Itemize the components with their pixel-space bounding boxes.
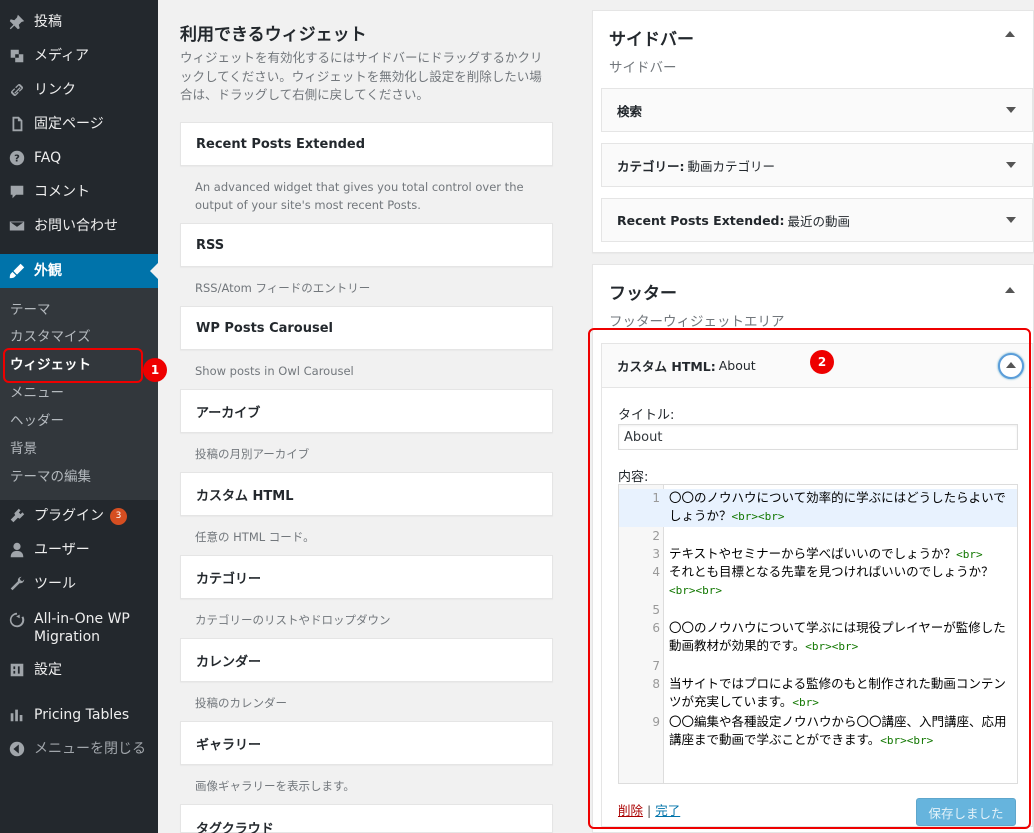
available-widgets-description: ウィジェットを有効化するにはサイドバーにドラッグするかクリックしてください。ウィ… bbox=[180, 50, 543, 102]
footer-area-subtitle: フッターウィジェットエリア bbox=[609, 314, 785, 330]
widget-description: 投稿の月別アーカイブ bbox=[195, 447, 310, 461]
collapse-icon bbox=[0, 740, 34, 758]
menu-item-pricing-tables[interactable]: Pricing Tables bbox=[0, 698, 158, 732]
widget-recent-posts-extended[interactable]: Recent Posts Extended bbox=[180, 122, 553, 166]
area-toggle-icon[interactable] bbox=[1005, 31, 1015, 37]
menu-item-migration[interactable]: All-in-One WP Migration bbox=[0, 610, 158, 650]
menu-item-media[interactable]: メディア bbox=[0, 39, 158, 73]
sidebar-widget-search[interactable]: 検索 bbox=[601, 88, 1033, 132]
footer-area-title: フッター bbox=[609, 284, 677, 304]
widget-description: 任意の HTML コード。 bbox=[195, 530, 315, 544]
svg-text:?: ? bbox=[14, 154, 20, 165]
media-icon bbox=[0, 47, 34, 65]
widget-description: Show posts in Owl Carousel bbox=[195, 364, 354, 378]
pin-icon bbox=[0, 13, 34, 31]
widget-description: An advanced widget that gives you total … bbox=[195, 180, 524, 212]
widget-wp-posts-carousel[interactable]: WP Posts Carousel bbox=[180, 306, 553, 350]
menu-item-settings[interactable]: 設定 bbox=[0, 653, 158, 687]
menu-item-plugins[interactable]: プラグイン 3 bbox=[0, 499, 158, 533]
plugin-icon bbox=[0, 507, 34, 525]
submenu-background[interactable]: 背景 bbox=[10, 440, 37, 458]
chevron-down-icon[interactable] bbox=[1006, 107, 1016, 113]
widget-description: カテゴリーのリストやドロップダウン bbox=[195, 613, 391, 627]
submenu-themes[interactable]: テーマ bbox=[10, 301, 51, 319]
chevron-down-icon[interactable] bbox=[1006, 217, 1016, 223]
annotation-number-1: 1 bbox=[143, 358, 167, 382]
tool-icon bbox=[0, 575, 34, 593]
settings-icon bbox=[0, 661, 34, 679]
widget-categories[interactable]: カテゴリー bbox=[180, 555, 553, 599]
available-widgets-heading: 利用できるウィジェット bbox=[180, 25, 367, 45]
widget-gallery[interactable]: ギャラリー bbox=[180, 721, 553, 765]
menu-item-pages[interactable]: 固定ページ bbox=[0, 107, 158, 141]
user-icon bbox=[0, 541, 34, 559]
widget-custom-html[interactable]: カスタム HTML bbox=[180, 472, 553, 516]
menu-item-appearance[interactable]: 外観 bbox=[0, 254, 158, 288]
menu-item-posts[interactable]: 投稿 bbox=[0, 5, 158, 39]
menu-item-users[interactable]: ユーザー bbox=[0, 533, 158, 567]
submenu-customize[interactable]: カスタマイズ bbox=[10, 328, 91, 346]
widget-title: Recent Posts Extended: bbox=[617, 212, 785, 228]
sidebar-area-title: サイドバー bbox=[609, 30, 694, 50]
brush-icon bbox=[0, 262, 34, 280]
menu-item-faq[interactable]: ? FAQ bbox=[0, 141, 158, 175]
widget-instance-title: 動画カテゴリー bbox=[687, 158, 776, 174]
admin-menu: 投稿 メディア リンク 固定ページ ? FAQ コメント お問い合わせ 外観 テ… bbox=[0, 0, 158, 833]
widget-title: カテゴリー: bbox=[617, 158, 685, 174]
menu-item-links[interactable]: リンク bbox=[0, 73, 158, 107]
table-icon bbox=[0, 706, 34, 724]
widget-description: RSS/Atom フィードのエントリー bbox=[195, 281, 371, 295]
widget-description: 画像ギャラリーを表示します。 bbox=[195, 779, 355, 793]
menu-item-tools[interactable]: ツール bbox=[0, 567, 158, 601]
sidebar-widget-categories[interactable]: カテゴリー: 動画カテゴリー bbox=[601, 143, 1033, 187]
menu-item-comments[interactable]: コメント bbox=[0, 175, 158, 209]
sidebar-widget-recent-posts[interactable]: Recent Posts Extended: 最近の動画 bbox=[601, 198, 1033, 242]
area-toggle-icon[interactable] bbox=[1005, 287, 1015, 293]
submenu-header[interactable]: ヘッダー bbox=[10, 412, 64, 430]
submenu-theme-editor[interactable]: テーマの編集 bbox=[10, 468, 91, 486]
help-icon: ? bbox=[0, 149, 34, 167]
sidebar-area-subtitle: サイドバー bbox=[609, 60, 677, 76]
widget-rss[interactable]: RSS bbox=[180, 223, 553, 267]
migration-icon bbox=[0, 611, 34, 629]
menu-item-contact[interactable]: お問い合わせ bbox=[0, 209, 158, 243]
chevron-down-icon[interactable] bbox=[1006, 162, 1016, 168]
collapse-menu-button[interactable]: メニューを閉じる bbox=[0, 732, 158, 766]
widget-calendar[interactable]: カレンダー bbox=[180, 638, 553, 682]
comment-icon bbox=[0, 183, 34, 201]
annotation-number-2: 2 bbox=[810, 350, 834, 374]
widget-tag-cloud[interactable]: タグクラウド bbox=[180, 804, 553, 833]
submenu-menus[interactable]: メニュー bbox=[10, 384, 64, 402]
widget-description: 投稿のカレンダー bbox=[195, 696, 287, 710]
page-icon bbox=[0, 115, 34, 133]
widget-archive[interactable]: アーカイブ bbox=[180, 389, 553, 433]
appearance-submenu: テーマ カスタマイズ ウィジェット メニュー ヘッダー 背景 テーマの編集 bbox=[0, 288, 158, 500]
mail-icon bbox=[0, 217, 34, 235]
annotation-box-footer-widget bbox=[588, 328, 1031, 829]
plugin-update-badge: 3 bbox=[110, 507, 127, 525]
annotation-box-widgets bbox=[3, 348, 143, 383]
link-icon bbox=[0, 81, 34, 99]
widget-title: 検索 bbox=[617, 103, 643, 119]
widget-instance-title: 最近の動画 bbox=[787, 213, 851, 229]
